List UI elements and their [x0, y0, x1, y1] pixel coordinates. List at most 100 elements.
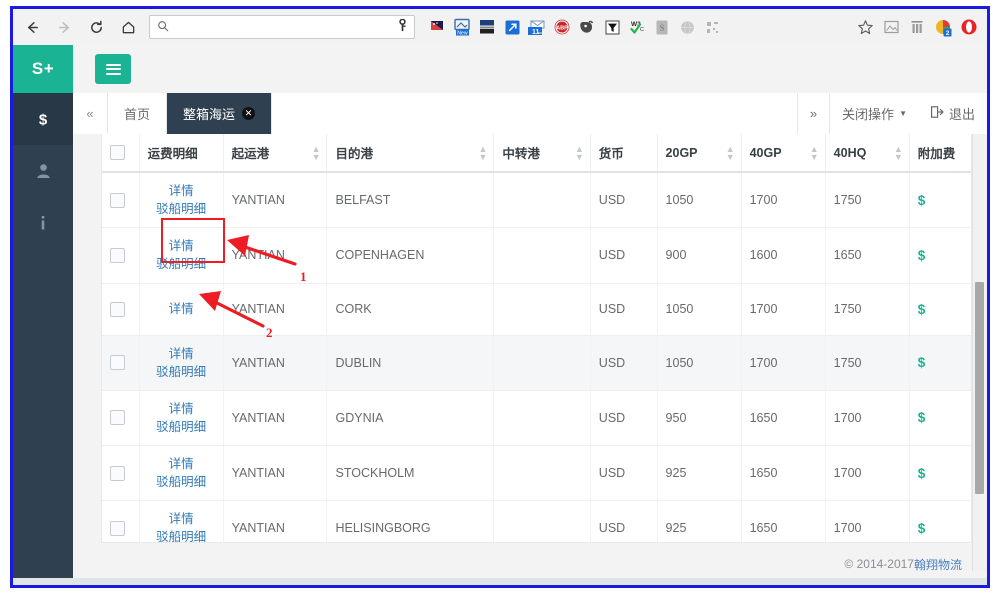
row-checkbox[interactable]: [110, 410, 125, 426]
table-row[interactable]: 详情 YANTIAN CORK USD 1050 1700 1750 $: [102, 283, 971, 336]
table-row[interactable]: 详情 驳船明细 YANTIAN STOCKHOLM USD 925 1650 1700 $: [102, 445, 971, 502]
address-input[interactable]: [169, 18, 397, 36]
column-header-label: 40HQ: [833, 145, 867, 160]
detail-link[interactable]: 详情: [148, 182, 215, 200]
surcharge-cell: $: [909, 227, 971, 284]
close-operations-menu[interactable]: 关闭操作 ▼: [829, 93, 919, 134]
row-checkbox[interactable]: [110, 192, 125, 208]
sort-icon[interactable]: ▲ ▼: [810, 144, 819, 161]
surcharge-icon[interactable]: $: [918, 248, 926, 263]
reload-icon[interactable]: [83, 14, 109, 40]
menu-toggle-button[interactable]: [95, 54, 131, 84]
logout-label: 退出: [948, 107, 975, 122]
detail-link[interactable]: 详情: [148, 455, 215, 473]
row-checkbox[interactable]: [110, 301, 125, 317]
colorful-pie-extension-icon[interactable]: 2: [931, 15, 955, 39]
barge-detail-link[interactable]: 驳船明细: [148, 363, 215, 381]
table-row[interactable]: 详情 驳船明细 YANTIAN GDYNIA USD 950 1650 1700 $: [102, 390, 971, 447]
column-header-gp40[interactable]: 40GP ▲ ▼: [741, 134, 826, 173]
tab-fcl-sea-freight[interactable]: 整箱海运 ✕: [167, 93, 273, 134]
sidebar-item-info[interactable]: [13, 197, 73, 249]
column-header-gp20[interactable]: 20GP ▲ ▼: [657, 134, 742, 173]
sidebar-item-user[interactable]: [13, 145, 73, 197]
barge-detail-link[interactable]: 驳船明细: [148, 473, 215, 491]
column-header-hq40[interactable]: 40HQ ▲ ▼: [825, 134, 910, 173]
evernote-elephant-extension-icon[interactable]: [575, 15, 599, 39]
cell-pol: YANTIAN: [223, 227, 328, 284]
table-row[interactable]: 详情 驳船明细 YANTIAN COPENHAGEN USD 900 1600 1650 $: [102, 227, 971, 284]
row-checkbox[interactable]: [110, 355, 125, 371]
table-row[interactable]: 详情 驳船明细 YANTIAN HELISINGBORG USD 925 1650 1700 $: [102, 500, 971, 542]
key-icon[interactable]: [397, 18, 408, 35]
column-header-check: [102, 134, 140, 173]
surcharge-icon[interactable]: $: [918, 193, 926, 208]
home-icon[interactable]: [115, 14, 141, 40]
detail-link[interactable]: 详情: [148, 345, 215, 363]
table-row[interactable]: 详情 驳船明细 YANTIAN BELFAST USD 1050 1700 1750 $: [102, 172, 971, 229]
close-operations-label: 关闭操作: [842, 107, 895, 122]
surcharge-icon[interactable]: $: [918, 302, 926, 317]
opera-red-extension-icon[interactable]: [957, 15, 981, 39]
blue-arrow-extension-icon[interactable]: [500, 15, 524, 39]
detail-link[interactable]: 详情: [148, 237, 215, 255]
tab-home[interactable]: 首页: [108, 93, 168, 134]
cell-gp20: 1050: [657, 172, 742, 229]
page-scrollbar[interactable]: [972, 134, 987, 571]
barge-detail-link[interactable]: 驳船明细: [148, 418, 215, 436]
logout-button[interactable]: 退出: [918, 93, 987, 134]
row-action-links: 详情 驳船明细: [139, 500, 224, 542]
screenshot-new-extension-icon[interactable]: New: [450, 15, 474, 39]
row-checkbox[interactable]: [110, 465, 125, 481]
sort-icon[interactable]: ▲ ▼: [478, 144, 487, 161]
column-header-transit[interactable]: 中转港 ▲ ▼: [493, 134, 591, 173]
funnel-extension-icon[interactable]: [600, 15, 624, 39]
sort-icon[interactable]: ▲ ▼: [312, 144, 321, 161]
mail-counter-extension-icon[interactable]: 11: [525, 15, 549, 39]
svg-text:2: 2: [945, 30, 949, 37]
barge-detail-link[interactable]: 驳船明细: [148, 200, 215, 218]
w3c-validator-extension-icon[interactable]: W3 C: [625, 15, 649, 39]
bookmark-star-icon[interactable]: [853, 15, 877, 39]
tabs-scroll-left-button[interactable]: «: [73, 93, 108, 134]
columns-extension-icon[interactable]: [905, 15, 929, 39]
detail-link[interactable]: 详情: [148, 400, 215, 418]
column-header-pol[interactable]: 起运港 ▲ ▼: [223, 134, 328, 173]
grey-globe-extension-icon[interactable]: [675, 15, 699, 39]
adblock-plus-extension-icon[interactable]: ABP: [550, 15, 574, 39]
row-action-links: 详情 驳船明细: [139, 335, 224, 391]
page-scrollbar-thumb[interactable]: [975, 282, 984, 494]
detail-link[interactable]: 详情: [148, 300, 215, 318]
grey-qr-extension-icon[interactable]: [700, 15, 724, 39]
tabs-scroll-right-button[interactable]: »: [796, 93, 830, 134]
image-extension-icon[interactable]: [879, 15, 903, 39]
back-icon[interactable]: [19, 14, 45, 40]
detail-link[interactable]: 详情: [148, 510, 215, 528]
select-all-checkbox[interactable]: [110, 145, 125, 161]
close-icon[interactable]: ✕: [242, 107, 256, 120]
flag-extension-icon[interactable]: [425, 15, 449, 39]
sort-icon[interactable]: ▲ ▼: [894, 144, 903, 161]
surcharge-icon[interactable]: $: [918, 410, 926, 425]
dollar-icon: $: [35, 110, 51, 129]
chevron-down-icon: ▼: [899, 109, 907, 118]
surcharge-icon[interactable]: $: [918, 355, 926, 370]
brand-logo[interactable]: S+: [13, 45, 73, 93]
window-split-extension-icon[interactable]: [475, 15, 499, 39]
menu-icon: [105, 61, 121, 77]
surcharge-icon[interactable]: $: [918, 521, 926, 536]
barge-detail-link[interactable]: 驳船明细: [148, 528, 215, 542]
table-row[interactable]: 详情 驳船明细 YANTIAN DUBLIN USD 1050 1700 1750 $: [102, 335, 971, 391]
surcharge-icon[interactable]: $: [918, 466, 926, 481]
sort-icon[interactable]: ▲ ▼: [575, 144, 584, 161]
sort-icon[interactable]: ▲ ▼: [726, 144, 735, 161]
row-checkbox[interactable]: [110, 520, 125, 536]
column-header-pod[interactable]: 目的港 ▲ ▼: [326, 134, 495, 173]
barge-detail-link[interactable]: 驳船明细: [148, 255, 215, 273]
grey-s-extension-icon[interactable]: S: [650, 15, 674, 39]
cell-gp40: 1650: [741, 390, 826, 447]
address-bar[interactable]: [149, 15, 415, 39]
row-checkbox[interactable]: [110, 247, 125, 263]
sidebar-item-dollar[interactable]: $: [13, 93, 73, 145]
column-header-label: 货币: [598, 147, 624, 161]
forward-icon[interactable]: [51, 14, 77, 40]
